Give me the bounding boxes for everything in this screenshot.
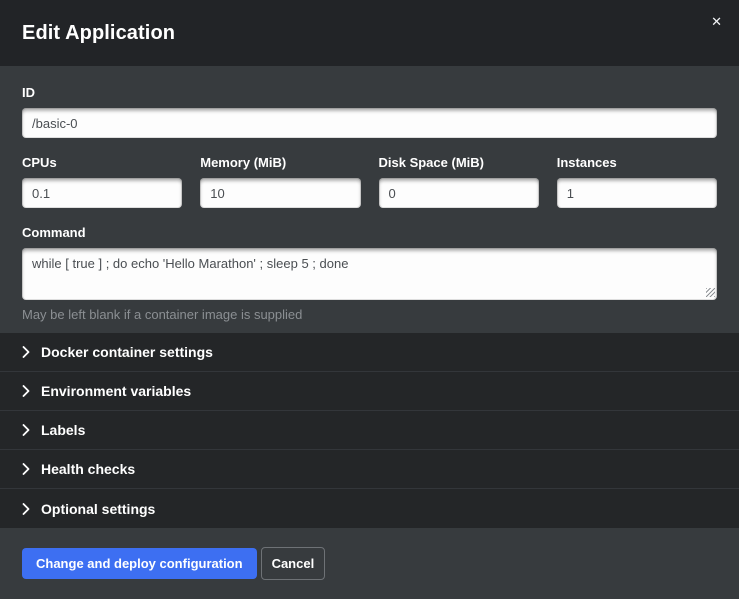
section-environment-variables[interactable]: Environment variables: [0, 372, 739, 411]
section-labels[interactable]: Labels: [0, 411, 739, 450]
memory-field-group: Memory (MiB): [200, 155, 360, 208]
memory-label: Memory (MiB): [200, 155, 360, 170]
id-input[interactable]: [22, 108, 717, 138]
section-label: Health checks: [41, 461, 135, 477]
cancel-button[interactable]: Cancel: [261, 547, 326, 580]
section-label: Environment variables: [41, 383, 191, 399]
modal-title: Edit Application: [22, 22, 175, 45]
section-optional-settings[interactable]: Optional settings: [0, 489, 739, 528]
cpus-label: CPUs: [22, 155, 182, 170]
chevron-right-icon: [22, 346, 30, 358]
chevron-right-icon: [22, 503, 30, 515]
command-field-group: Command while [ true ] ; do echo 'Hello …: [22, 225, 717, 322]
modal-footer: Change and deploy configuration Cancel: [0, 528, 739, 599]
command-textarea[interactable]: while [ true ] ; do echo 'Hello Marathon…: [22, 248, 717, 300]
disk-label: Disk Space (MiB): [379, 155, 539, 170]
id-label: ID: [22, 85, 717, 100]
collapsible-sections: Docker container settings Environment va…: [0, 333, 739, 528]
chevron-right-icon: [22, 385, 30, 397]
instances-label: Instances: [557, 155, 717, 170]
cpus-input[interactable]: [22, 178, 182, 208]
section-label: Labels: [41, 422, 85, 438]
command-label: Command: [22, 225, 717, 240]
application-form: ID CPUs Memory (MiB) Disk Space (MiB) In…: [0, 66, 739, 333]
section-label: Optional settings: [41, 501, 155, 517]
command-help-text: May be left blank if a container image i…: [22, 307, 717, 322]
cpus-field-group: CPUs: [22, 155, 182, 208]
memory-input[interactable]: [200, 178, 360, 208]
disk-input[interactable]: [379, 178, 539, 208]
modal-header: Edit Application ✕: [0, 0, 739, 66]
id-field-group: ID: [22, 85, 717, 138]
change-and-deploy-button[interactable]: Change and deploy configuration: [22, 548, 257, 579]
section-docker-container-settings[interactable]: Docker container settings: [0, 333, 739, 372]
chevron-right-icon: [22, 424, 30, 436]
section-health-checks[interactable]: Health checks: [0, 450, 739, 489]
chevron-right-icon: [22, 463, 30, 475]
instances-input[interactable]: [557, 178, 717, 208]
disk-field-group: Disk Space (MiB): [379, 155, 539, 208]
close-icon[interactable]: ✕: [709, 13, 724, 30]
section-label: Docker container settings: [41, 344, 213, 360]
command-textarea-wrap: while [ true ] ; do echo 'Hello Marathon…: [22, 248, 717, 300]
instances-field-group: Instances: [557, 155, 717, 208]
edit-application-modal: Edit Application ✕ ID CPUs Memory (MiB) …: [0, 0, 739, 599]
resources-row: CPUs Memory (MiB) Disk Space (MiB) Insta…: [22, 155, 717, 208]
